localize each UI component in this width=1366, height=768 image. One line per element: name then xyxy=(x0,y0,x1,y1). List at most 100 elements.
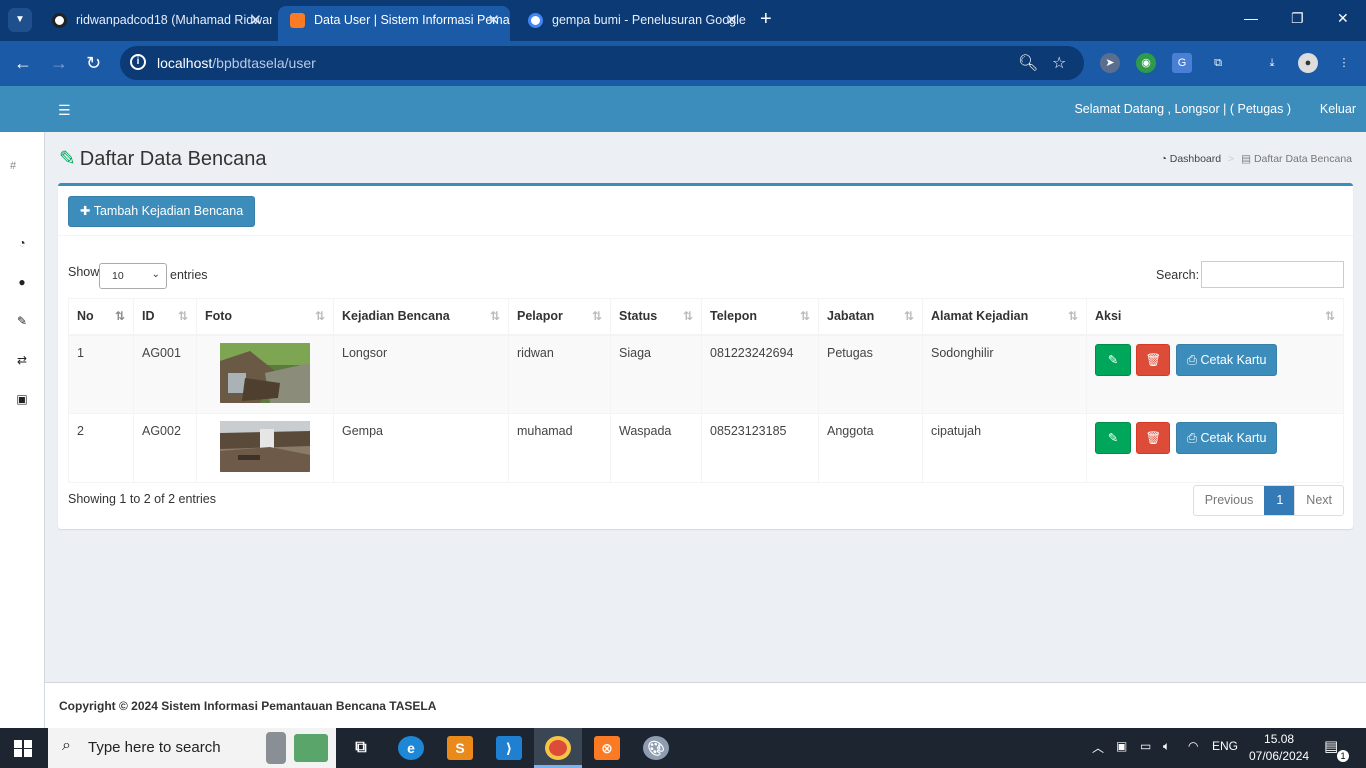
vscode-icon[interactable]: ⟩ xyxy=(496,736,522,760)
start-button[interactable] xyxy=(14,740,32,757)
xampp-icon xyxy=(290,13,305,28)
tab-search-button[interactable]: ▼ xyxy=(8,8,32,32)
delete-button[interactable]: 🗑︎ xyxy=(1136,343,1171,376)
earthquake-photo xyxy=(220,420,310,472)
new-tab-button[interactable]: + xyxy=(760,9,772,29)
system-clock[interactable]: 15.08 07/06/2024 xyxy=(1249,731,1309,765)
cell-pelapor: muhamad xyxy=(508,412,611,483)
dashboard-icon[interactable]: ◔ xyxy=(14,236,30,250)
download-icon[interactable]: ⤓ xyxy=(1262,53,1282,73)
page-1-button[interactable]: 1 xyxy=(1264,486,1295,515)
main-content: ✎ Daftar Data Bencana ◔ Dashboard > ▤ Daf… xyxy=(45,132,1366,682)
zoom-icon[interactable]: 🔍︎ xyxy=(1018,53,1038,73)
print-card-button[interactable]: ⎙ Cetak Kartu xyxy=(1175,421,1278,454)
site-info-icon[interactable]: i xyxy=(130,54,146,70)
sublime-text-icon[interactable]: S xyxy=(447,736,473,760)
table-row: 1 AG001 Longsor ridwan Siaga 08122324269… xyxy=(68,334,1344,414)
paint-icon[interactable]: 🎨︎ xyxy=(643,736,669,760)
reload-icon[interactable]: ↻ xyxy=(86,53,101,73)
cell-aksi: ✎ 🗑︎ ⎙ Cetak Kartu xyxy=(1086,334,1344,414)
breadcrumb: ◔ Dashboard > ▤ Daftar Data Bencana xyxy=(1160,153,1352,165)
welcome-user-text[interactable]: Selamat Datang , Longsor | ( Petugas ) xyxy=(1074,102,1291,116)
column-id[interactable]: ID ⇅ xyxy=(133,298,197,336)
edit-icon[interactable]: ✎ xyxy=(14,314,30,328)
cell-telepon: 081223242694 xyxy=(701,334,819,414)
forward-icon[interactable]: → xyxy=(50,53,68,73)
money-icon[interactable]: ▣ xyxy=(14,392,30,406)
dashboard-icon: ◔ xyxy=(1160,153,1167,165)
column-aksi[interactable]: Aksi ⇅ xyxy=(1086,298,1344,336)
table-header-row: No ⇅ ID ⇅ Foto ⇅ Kejadian Bencana ⇅ Pelapor ⇅… xyxy=(68,298,1344,336)
taskbar-search-box[interactable]: ⌕ Type here to search xyxy=(48,728,336,768)
restore-button[interactable]: ❐ xyxy=(1291,10,1304,27)
back-icon[interactable]: ← xyxy=(14,53,32,73)
browser-tab-strip: ▼ ridwanpadcod18 (Muhamad Ridwan) ✕ Data… xyxy=(0,0,1366,41)
disaster-table: No ⇅ ID ⇅ Foto ⇅ Kejadian Bencana ⇅ Pelapor ⇅… xyxy=(68,298,1344,483)
cursor-extension-icon[interactable]: ➤ xyxy=(1100,53,1120,73)
volume-icon[interactable]: 🔈︎ xyxy=(1163,739,1170,754)
breadcrumb-current: Daftar Data Bencana xyxy=(1253,153,1352,165)
next-page-button[interactable]: Next xyxy=(1294,486,1343,515)
browser-tab-github[interactable]: ridwanpadcod18 (Muhamad Ridwan) ✕ xyxy=(40,6,272,35)
xampp-icon[interactable]: ⊗ xyxy=(594,736,620,760)
column-status[interactable]: Status ⇅ xyxy=(610,298,702,336)
edit-button[interactable]: ✎ xyxy=(1095,343,1131,376)
column-telepon[interactable]: Telepon ⇅ xyxy=(701,298,819,336)
wifi-icon[interactable]: ◠ xyxy=(1188,739,1198,753)
column-foto[interactable]: Foto ⇅ xyxy=(196,298,334,336)
pagination: Previous 1 Next xyxy=(1192,485,1344,516)
chrome-menu-icon[interactable]: ⋮ xyxy=(1334,53,1354,73)
page-footer: Copyright © 2024 Sistem Informasi Pemant… xyxy=(45,682,1366,728)
minimize-button[interactable]: — xyxy=(1244,10,1258,26)
column-pelapor[interactable]: Pelapor ⇅ xyxy=(508,298,611,336)
sidebar: # ◔ ● ✎ ⇄ ▣ xyxy=(0,132,45,728)
cell-telepon: 08523123185 xyxy=(701,412,819,483)
broken-logo-image: # xyxy=(10,160,17,172)
logout-link[interactable]: Keluar xyxy=(1320,102,1356,116)
map-icon xyxy=(294,734,328,762)
chevron-up-icon[interactable]: ︿ xyxy=(1092,739,1104,756)
browser-tab-google[interactable]: gempa bumi - Penelusuran Google ✕ xyxy=(516,6,748,35)
column-jabatan[interactable]: Jabatan ⇅ xyxy=(818,298,923,336)
exchange-icon[interactable]: ⇄ xyxy=(14,353,30,367)
battery-icon[interactable]: ▭ xyxy=(1140,739,1151,753)
notification-icon[interactable]: ▤ xyxy=(1324,737,1338,755)
breadcrumb-dashboard-link[interactable]: Dashboard xyxy=(1170,153,1221,165)
eye-extension-icon[interactable]: ◉ xyxy=(1136,53,1156,73)
column-alamat[interactable]: Alamat Kejadian ⇅ xyxy=(922,298,1087,336)
column-kejadian[interactable]: Kejadian Bencana ⇅ xyxy=(333,298,509,336)
edit-button[interactable]: ✎ xyxy=(1095,421,1131,454)
notification-badge: 1 xyxy=(1337,750,1349,762)
search-input[interactable] xyxy=(1201,261,1344,288)
user-icon[interactable]: ● xyxy=(14,275,30,289)
page-size-select[interactable]: 10 ⌄ xyxy=(99,263,167,289)
column-no[interactable]: No ⇅ xyxy=(68,298,134,336)
cell-kejadian: Longsor xyxy=(333,334,509,414)
table-info-text: Showing 1 to 2 of 2 entries xyxy=(68,492,217,506)
data-table-box: ✚ Tambah Kejadian Bencana Show 10 ⌄ entr… xyxy=(58,183,1353,529)
close-tab-icon[interactable]: ✕ xyxy=(487,6,500,35)
bookmark-star-icon[interactable]: ☆ xyxy=(1052,53,1066,73)
plus-icon: ✚ xyxy=(80,204,91,218)
print-card-button[interactable]: ⎙ Cetak Kartu xyxy=(1175,343,1278,376)
edge-icon[interactable]: e xyxy=(398,736,424,760)
profile-avatar[interactable]: ● xyxy=(1298,53,1318,73)
add-disaster-button[interactable]: ✚ Tambah Kejadian Bencana xyxy=(68,196,256,227)
close-tab-icon[interactable]: ✕ xyxy=(725,6,738,35)
task-view-icon[interactable]: ⧉ xyxy=(348,736,374,760)
sort-asc-icon: ⇅ xyxy=(114,309,125,323)
close-tab-icon[interactable]: ✕ xyxy=(249,6,262,35)
browser-tab-data-user[interactable]: Data User | Sistem Informasi Pemantauan … xyxy=(278,6,510,41)
delete-button[interactable]: 🗑︎ xyxy=(1136,421,1171,454)
sidebar-toggle-icon[interactable]: ☰ xyxy=(58,102,71,119)
language-indicator[interactable]: ENG xyxy=(1212,739,1238,753)
chrome-icon[interactable] xyxy=(545,736,571,760)
meet-icon[interactable]: ▣ xyxy=(1116,739,1127,753)
previous-page-button[interactable]: Previous xyxy=(1194,486,1265,515)
close-window-button[interactable]: ✕ xyxy=(1337,10,1349,27)
translate-extension-icon[interactable]: G xyxy=(1172,53,1192,73)
search-icon: ⌕ xyxy=(62,737,71,754)
address-bar[interactable]: i localhost/bpbdtasela/user 🔍︎ ☆ xyxy=(120,46,1084,80)
windows-taskbar: ⌕ Type here to search ⧉ e S ⟩ ⊗ 🎨︎ ︿ ▣ ▭… xyxy=(0,728,1366,768)
extensions-icon[interactable]: ⧉ xyxy=(1208,53,1228,73)
